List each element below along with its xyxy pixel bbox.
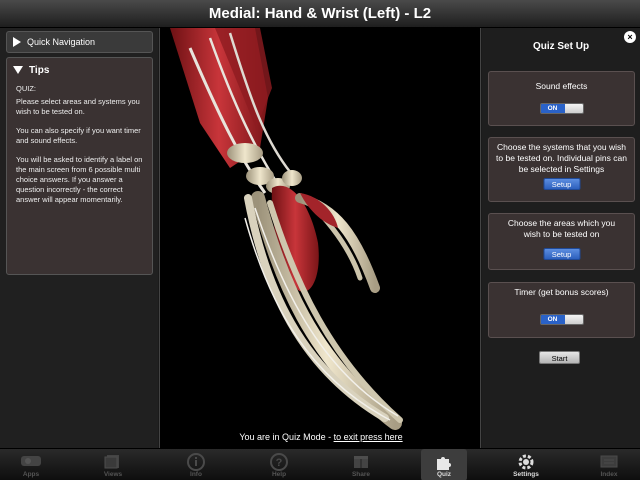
tab-label: Index	[600, 471, 618, 478]
systems-setup-button[interactable]: Setup	[543, 178, 580, 190]
quiz-mode-text: You are in Quiz Mode -	[239, 432, 334, 442]
tab-views[interactable]: Views	[90, 449, 136, 480]
tab-info[interactable]: Info	[173, 449, 219, 480]
puzzle-icon	[437, 457, 451, 470]
triangle-down-icon	[13, 66, 23, 74]
tab-settings[interactable]: Settings	[503, 449, 549, 480]
timer-toggle[interactable]: ON	[539, 314, 584, 325]
carpal-bone[interactable]	[227, 143, 263, 163]
tips-paragraph: QUIZ:	[16, 84, 36, 93]
tab-index[interactable]: Index	[586, 449, 632, 480]
toggle-on-label: ON	[540, 315, 565, 324]
quiz-mode-message: You are in Quiz Mode - to exit press her…	[160, 432, 480, 442]
quiz-setup-title: Quiz Set Up	[532, 41, 590, 52]
systems-text: Choose the systems that you wish to be t…	[496, 142, 627, 174]
exit-quiz-link[interactable]: to exit press here	[334, 432, 403, 442]
tab-label: Help	[271, 471, 287, 478]
left-panel: Quick Navigation Tips QUIZ: Please selec…	[0, 28, 158, 448]
tips-body: QUIZ: Please select areas and systems yo…	[7, 80, 152, 205]
sound-effects-toggle[interactable]: ON	[539, 103, 584, 114]
tab-label: Settings	[513, 471, 539, 478]
start-button[interactable]: Start	[539, 351, 580, 364]
help-icon: ?	[270, 453, 288, 471]
tips-paragraph: Please select areas and systems you wish…	[16, 97, 140, 116]
quick-navigation-label: Quick Navigation	[27, 37, 96, 47]
apps-icon	[21, 456, 41, 466]
app-window: Medial: Hand & Wrist (Left) - L2 Quick N…	[0, 0, 640, 480]
share-icon	[354, 456, 368, 468]
areas-card: Choose the areas which you wish to be te…	[488, 213, 635, 270]
triangle-right-icon	[13, 37, 21, 47]
timer-card: Timer (get bonus scores) ON	[488, 282, 635, 338]
tab-label: Quiz	[436, 471, 452, 478]
quiz-setup-panel: × Quiz Set Up Sound effects ON Choose th…	[482, 28, 640, 448]
quick-navigation-button[interactable]: Quick Navigation	[6, 31, 153, 53]
tab-label: Info	[190, 471, 202, 478]
tab-apps[interactable]: Apps	[8, 449, 54, 480]
tab-label: Views	[103, 471, 123, 478]
sound-effects-label: Sound effects	[535, 81, 588, 91]
tips-label: Tips	[29, 64, 50, 76]
systems-card: Choose the systems that you wish to be t…	[488, 137, 635, 202]
carpal-bone[interactable]	[282, 170, 302, 186]
index-icon	[600, 455, 618, 468]
tab-quiz[interactable]: Quiz	[421, 449, 467, 480]
tab-help[interactable]: ? Help	[256, 449, 302, 480]
anatomy-viewer[interactable]: You are in Quiz Mode - to exit press her…	[159, 28, 481, 448]
timer-label: Timer (get bonus scores)	[514, 287, 609, 297]
tips-paragraph: You will be asked to identify a label on…	[16, 155, 143, 204]
hand-wrist-model[interactable]	[160, 28, 481, 448]
svg-text:?: ?	[276, 457, 283, 469]
toggle-knob	[564, 104, 583, 113]
tab-share[interactable]: Share	[338, 449, 384, 480]
tab-bar: Apps Views Info ? Help Share Quiz Settin…	[0, 448, 640, 480]
sound-effects-card: Sound effects ON	[488, 71, 635, 126]
toggle-on-label: ON	[540, 104, 565, 113]
tips-panel: Tips QUIZ: Please select areas and syste…	[6, 57, 153, 275]
tips-header[interactable]: Tips	[7, 60, 152, 80]
areas-text: Choose the areas which you wish to be te…	[507, 218, 616, 239]
tips-paragraph: You can also specify if you want timer a…	[16, 126, 141, 145]
info-icon	[187, 453, 205, 471]
page-title: Medial: Hand & Wrist (Left) - L2	[0, 0, 640, 28]
tab-label: Share	[351, 471, 371, 478]
tab-label: Apps	[22, 471, 40, 478]
views-icon	[104, 455, 119, 469]
toggle-knob	[564, 315, 583, 324]
areas-setup-button[interactable]: Setup	[543, 248, 580, 260]
gear-icon	[518, 454, 534, 470]
